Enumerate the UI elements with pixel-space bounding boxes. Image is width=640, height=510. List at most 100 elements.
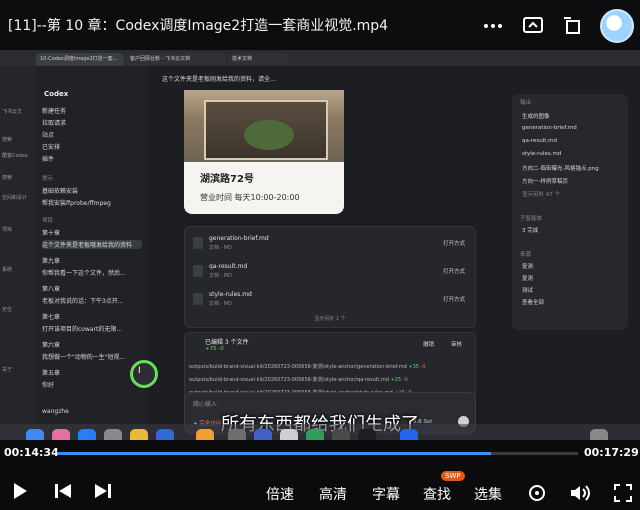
typora-icon[interactable] xyxy=(280,429,298,440)
app-icon[interactable] xyxy=(228,429,246,440)
chatgpt-icon[interactable] xyxy=(358,429,376,440)
project-thread[interactable]: 你好 xyxy=(42,380,142,389)
output-item[interactable]: 方向二-临街曝光-风格锚点.png xyxy=(522,164,599,172)
hint-item[interactable]: 基础依赖安装 xyxy=(42,186,142,195)
video-frame: 10-Codex调度Image2打造一套... 客户回顾台账 - 飞书云文档 技… xyxy=(0,50,640,440)
project-folder[interactable]: 第九章 xyxy=(42,256,142,265)
sidebar-item-scheduled[interactable]: 已安排 xyxy=(42,142,142,151)
sidebar-item-new-task[interactable]: 新建任务 xyxy=(42,106,142,115)
app-icon[interactable] xyxy=(254,429,272,440)
file-row[interactable]: generation-brief.md 文档 · MD 打开方式 xyxy=(193,233,469,259)
mac-dock xyxy=(0,424,640,440)
browser-icon[interactable] xyxy=(196,429,214,440)
project-thread[interactable]: 老板对我说的话：下午3点开... xyxy=(42,296,142,305)
project-thread[interactable]: 打开该项目的cowart的无限... xyxy=(42,324,142,333)
app-strip-item[interactable]: 关于 xyxy=(2,366,12,373)
volume-icon[interactable] xyxy=(570,484,592,506)
document-icon xyxy=(193,265,203,277)
chrome-icon[interactable] xyxy=(130,429,148,440)
browser-tab[interactable]: 10-Codex调度Image2打造一套... xyxy=(36,53,124,66)
file-type: 文档 · MD xyxy=(209,273,232,279)
sidebar-item-sites[interactable]: 站点 xyxy=(42,130,142,139)
app-strip-item[interactable]: 项目 xyxy=(2,226,12,233)
app-strip-item[interactable]: 定位 xyxy=(2,306,12,313)
current-time: 00:14:34 xyxy=(4,446,59,459)
more-icon[interactable] xyxy=(480,13,506,39)
project-folder[interactable]: 第六章 xyxy=(42,340,142,349)
app-strip-item[interactable]: 酷客Codex xyxy=(2,152,28,159)
picture-in-picture-icon[interactable] xyxy=(560,13,586,39)
edited-file-row[interactable]: outputs/build-brand-visual-kit/20260723-… xyxy=(189,363,471,370)
settings-icon[interactable] xyxy=(104,429,122,440)
file-row[interactable]: style-rules.md 文档 · MD 打开方式 xyxy=(193,289,469,315)
project-folder[interactable]: 第八章 xyxy=(42,284,142,293)
open-with-button[interactable]: 打开方式 xyxy=(443,295,465,303)
project-folder[interactable]: 第七章 xyxy=(42,312,142,321)
project-thread[interactable]: 我想做一个"动物的一生"短视... xyxy=(42,352,142,361)
finder-icon[interactable] xyxy=(26,429,44,440)
section-label: 来源 xyxy=(520,252,532,258)
app-icon[interactable] xyxy=(400,429,418,440)
lines-added: +35 xyxy=(408,364,419,370)
shop-hours: 营业时间 每天10:00-20:00 xyxy=(200,193,300,202)
project-thread[interactable]: 你帮我看一下这个文件，然后... xyxy=(42,268,142,277)
sidebar-item-pull-requests[interactable]: 拉取请求 xyxy=(42,118,142,127)
search-button[interactable]: 查找 xyxy=(423,484,451,504)
vscode-icon[interactable] xyxy=(156,429,174,440)
output-item[interactable]: qa-result.md xyxy=(522,138,557,144)
speed-button[interactable]: 倍速 xyxy=(266,484,294,504)
app-store-icon[interactable] xyxy=(78,429,96,440)
output-item[interactable]: 生成的图像 xyxy=(522,112,550,120)
video-controls: 00:14:34 00:17:29 倍速 高清 字幕 查找 SWP 选集 xyxy=(0,440,640,510)
loop-icon[interactable] xyxy=(528,484,546,506)
lines-removed: -0 xyxy=(420,364,426,370)
browser-tab[interactable]: 技术文档 xyxy=(228,53,288,66)
app-strip-item[interactable]: 空间和设计 xyxy=(2,194,27,201)
browser-tab[interactable]: 客户回顾台账 - 飞书云文档 xyxy=(126,53,226,66)
output-item[interactable]: generation-brief.md xyxy=(522,125,577,131)
source-item[interactable]: 复测 xyxy=(522,274,533,282)
search-badge: SWP xyxy=(441,471,465,481)
caption-button[interactable]: 字幕 xyxy=(372,484,400,504)
play-icon[interactable] xyxy=(12,482,28,504)
project-folder[interactable]: 第十章 xyxy=(42,228,142,237)
codex-sidebar: Codex 新建任务 拉取请求 站点 已安排 插件 提示 基础依赖安装 帮我安装… xyxy=(36,66,149,440)
output-item[interactable]: 方向一-样例草稿页 xyxy=(522,177,568,185)
launchpad-icon[interactable] xyxy=(52,429,70,440)
open-with-button[interactable]: 打开方式 xyxy=(443,239,465,247)
source-item[interactable]: 查看全部 xyxy=(522,298,544,306)
show-more-link[interactable]: 显示另外 47 个 xyxy=(522,190,560,198)
undo-button[interactable]: 撤销 xyxy=(423,340,434,348)
project-folder[interactable]: 第五章 xyxy=(42,368,142,377)
app-strip-item[interactable]: 搜索 xyxy=(2,174,12,181)
generated-shopfront-image[interactable] xyxy=(184,90,344,162)
app-strip-item[interactable]: 搜索 xyxy=(2,136,12,143)
output-card: 输出 生成的图像 generation-brief.md qa-result.m… xyxy=(512,94,628,330)
source-item[interactable]: 复测 xyxy=(522,262,533,270)
cursor-icon: I xyxy=(138,366,141,376)
project-thread[interactable]: 这个文件夹是老板哦发给我的资料 xyxy=(42,240,142,249)
shop-address: 湖滨路72号 xyxy=(200,174,254,185)
progress-bar[interactable] xyxy=(58,452,578,455)
app-icon[interactable] xyxy=(306,429,324,440)
source-item[interactable]: 测试 xyxy=(522,286,533,294)
fullscreen-icon[interactable] xyxy=(614,484,632,506)
file-row[interactable]: qa-result.md 文档 · MD 打开方式 xyxy=(193,261,469,287)
review-button[interactable]: 审核 xyxy=(451,340,462,348)
episodes-button[interactable]: 选集 xyxy=(474,484,502,504)
open-with-button[interactable]: 打开方式 xyxy=(443,267,465,275)
previous-icon[interactable] xyxy=(54,483,72,503)
sidebar-item-plugins[interactable]: 插件 xyxy=(42,154,142,163)
hint-item[interactable]: 帮我安装ffprobe/ffmpeg xyxy=(42,198,142,207)
output-item[interactable]: style-rules.md xyxy=(522,151,561,157)
app-strip-item[interactable]: 飞书云文 xyxy=(2,108,22,115)
quality-button[interactable]: 高清 xyxy=(319,484,347,504)
user-avatar[interactable] xyxy=(600,9,634,43)
edited-file-row[interactable]: outputs/build-brand-visual-kit/20260723-… xyxy=(189,376,471,383)
app-icon[interactable] xyxy=(332,429,350,440)
trash-icon[interactable] xyxy=(590,429,608,440)
app-strip-item[interactable]: 系统 xyxy=(2,266,12,273)
show-more-link[interactable]: 显示另外 1 个 xyxy=(185,315,475,322)
next-icon[interactable] xyxy=(94,483,112,503)
screen-cast-icon[interactable] xyxy=(520,13,546,39)
